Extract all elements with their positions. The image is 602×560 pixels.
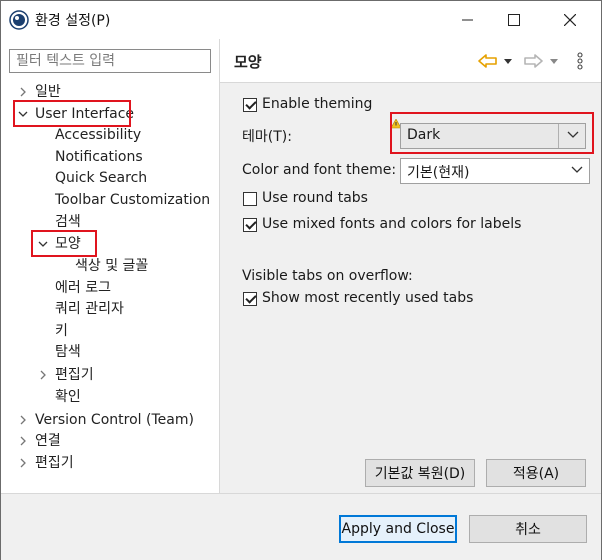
apply-and-close-button[interactable]: Apply and Close: [339, 515, 457, 543]
filter-input[interactable]: [9, 49, 211, 73]
view-menu-button[interactable]: [576, 51, 584, 71]
forward-history-dropdown[interactable]: [549, 51, 559, 71]
close-button[interactable]: [547, 1, 593, 39]
page-title: 모양: [234, 53, 262, 71]
dialog-footer: Apply and Close 취소: [1, 494, 601, 560]
expand-chevron-icon[interactable]: [17, 409, 29, 431]
round-tabs-label[interactable]: Use round tabs: [262, 190, 368, 206]
title-bar: 환경 설정(P): [1, 1, 601, 39]
preferences-tree-panel: 일반 User Interface Accessibility Notifica…: [1, 39, 219, 493]
page-header: 모양: [220, 39, 601, 83]
minimize-icon: [462, 19, 473, 21]
tree-item-notifications[interactable]: Notifications: [55, 146, 143, 168]
forward-arrow-icon: [524, 54, 543, 68]
dropdown-arrow-icon: [550, 59, 558, 64]
expand-chevron-icon[interactable]: [17, 452, 29, 474]
forward-button[interactable]: [523, 51, 543, 71]
mixed-fonts-checkbox[interactable]: [243, 218, 257, 232]
tree-item-toolbar-customization[interactable]: Toolbar Customization: [55, 189, 210, 211]
highlight-box: [390, 112, 594, 154]
theme-label: 테마(T):: [242, 129, 292, 145]
tree-item-query-manager[interactable]: 쿼리 관리자: [55, 298, 124, 320]
mixed-fonts-label[interactable]: Use mixed fonts and colors for labels: [262, 216, 521, 232]
enable-theming-checkbox[interactable]: [243, 98, 257, 112]
window-title: 환경 설정(P): [35, 13, 111, 29]
minimize-button[interactable]: [445, 1, 491, 39]
tree-item-quick-search[interactable]: Quick Search: [55, 167, 147, 189]
more-vertical-icon: [577, 52, 583, 70]
tree-item-navigation[interactable]: 탐색: [55, 341, 81, 363]
preferences-window: 환경 설정(P) 일반 User Interface Accessibility…: [0, 0, 602, 560]
overflow-heading: Visible tabs on overflow:: [242, 268, 413, 284]
app-icon: [9, 10, 29, 30]
highlight-box: [31, 230, 97, 257]
tree-item-keys[interactable]: 키: [55, 320, 68, 342]
tree-item-colors-and-fonts[interactable]: 색상 및 글꼴: [75, 255, 148, 277]
close-icon: [564, 14, 576, 26]
highlight-box: [13, 100, 131, 127]
maximize-icon: [508, 14, 520, 26]
tree-item-confirm[interactable]: 확인: [55, 386, 81, 408]
chevron-down-icon: [571, 166, 583, 173]
recent-tabs-checkbox[interactable]: [243, 292, 257, 306]
round-tabs-checkbox[interactable]: [243, 192, 257, 206]
tree-item-error-log[interactable]: 에러 로그: [55, 277, 111, 299]
tree-item-editors-root[interactable]: 편집기: [35, 452, 74, 474]
expand-chevron-icon[interactable]: [37, 364, 49, 386]
recent-tabs-label[interactable]: Show most recently used tabs: [262, 290, 473, 306]
tree-item-connections[interactable]: 연결: [35, 430, 61, 452]
color-font-theme-label: Color and font theme:: [242, 162, 397, 178]
expand-chevron-icon[interactable]: [17, 430, 29, 452]
color-font-theme-value: 기본(현재): [407, 165, 470, 181]
back-history-dropdown[interactable]: [503, 51, 513, 71]
dropdown-arrow-icon: [504, 59, 512, 64]
tree-item-editors[interactable]: 편집기: [55, 364, 94, 386]
cancel-button[interactable]: 취소: [469, 515, 587, 543]
back-arrow-icon: [478, 54, 497, 68]
apply-button[interactable]: 적용(A): [486, 459, 586, 487]
back-button[interactable]: [478, 51, 498, 71]
tree-item-accessibility[interactable]: Accessibility: [55, 124, 141, 146]
preference-page: 모양 Enable theming 테마(T): Dark Color and …: [220, 39, 601, 493]
color-font-theme-select[interactable]: 기본(현재): [400, 158, 590, 184]
tree-item-version-control[interactable]: Version Control (Team): [35, 409, 194, 431]
enable-theming-label[interactable]: Enable theming: [262, 96, 372, 112]
restore-defaults-button[interactable]: 기본값 복원(D): [365, 459, 475, 487]
maximize-button[interactable]: [491, 1, 537, 39]
